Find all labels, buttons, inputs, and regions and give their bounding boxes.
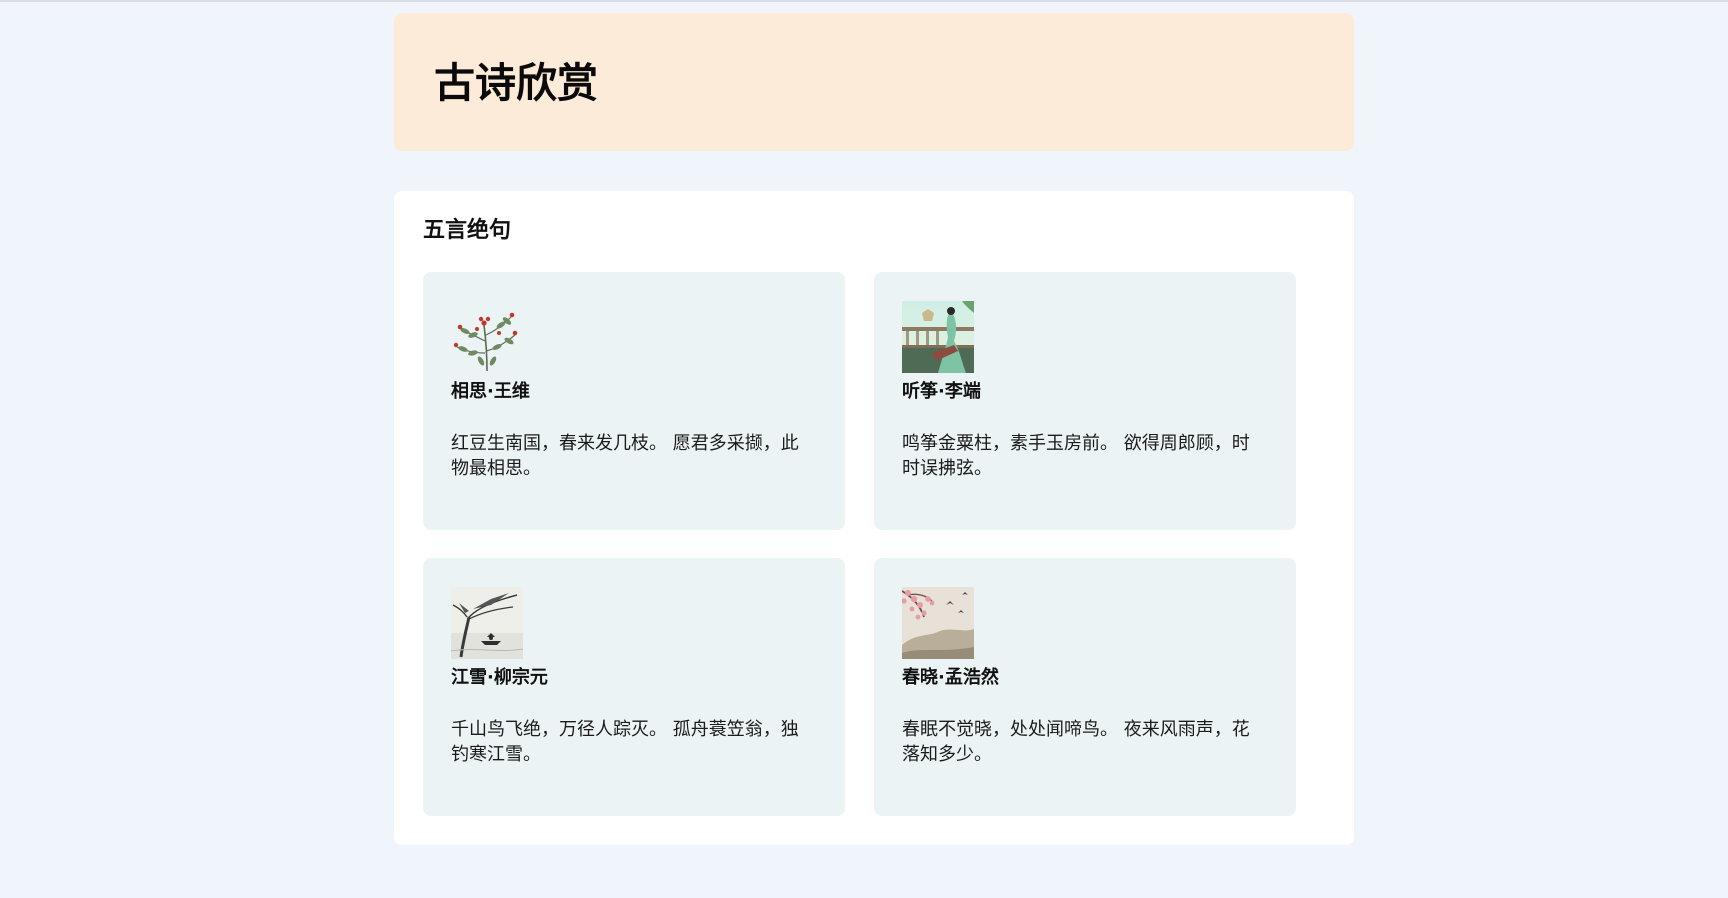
poem-title: 春晓·孟浩然 xyxy=(902,667,999,688)
poem-card: 春晓·孟浩然 春眠不觉晓，处处闻啼鸟。 夜来风雨声，花落知多少。 xyxy=(874,558,1296,816)
snowy-river-boat-icon xyxy=(451,587,523,659)
page-title: 古诗欣赏 xyxy=(434,59,598,107)
poem-card: 江雪·柳宗元 千山鸟飞绝，万径人踪灭。 孤舟蓑笠翁，独钓寒江雪。 xyxy=(423,558,845,816)
poem-text: 千山鸟飞绝，万径人踪灭。 孤舟蓑笠翁，独钓寒江雪。 xyxy=(451,719,799,765)
poem-section: 五言绝句 相思·王维 红豆生南国，春来发几枝。 愿君多采撷，此物最相思。 听筝·… xyxy=(394,191,1354,845)
section-title: 五言绝句 xyxy=(423,218,512,243)
poem-title: 相思·王维 xyxy=(451,381,530,402)
zither-lady-painting-icon xyxy=(902,301,974,373)
poem-title: 听筝·李端 xyxy=(902,381,981,402)
spring-blossom-birds-icon xyxy=(902,587,974,659)
poem-card: 听筝·李端 鸣筝金粟柱，素手玉房前。 欲得周郎顾，时时误拂弦。 xyxy=(874,272,1296,530)
poem-text: 红豆生南国，春来发几枝。 愿君多采撷，此物最相思。 xyxy=(451,433,799,479)
poem-card: 相思·王维 红豆生南国，春来发几枝。 愿君多采撷，此物最相思。 xyxy=(423,272,845,530)
poem-text: 鸣筝金粟柱，素手玉房前。 欲得周郎顾，时时误拂弦。 xyxy=(902,433,1250,479)
poem-title: 江雪·柳宗元 xyxy=(451,667,548,688)
red-bean-branch-icon xyxy=(451,301,523,373)
poem-text: 春眠不觉晓，处处闻啼鸟。 夜来风雨声，花落知多少。 xyxy=(902,719,1250,765)
top-border-line xyxy=(0,0,1728,2)
page-header: 古诗欣赏 xyxy=(394,13,1354,151)
